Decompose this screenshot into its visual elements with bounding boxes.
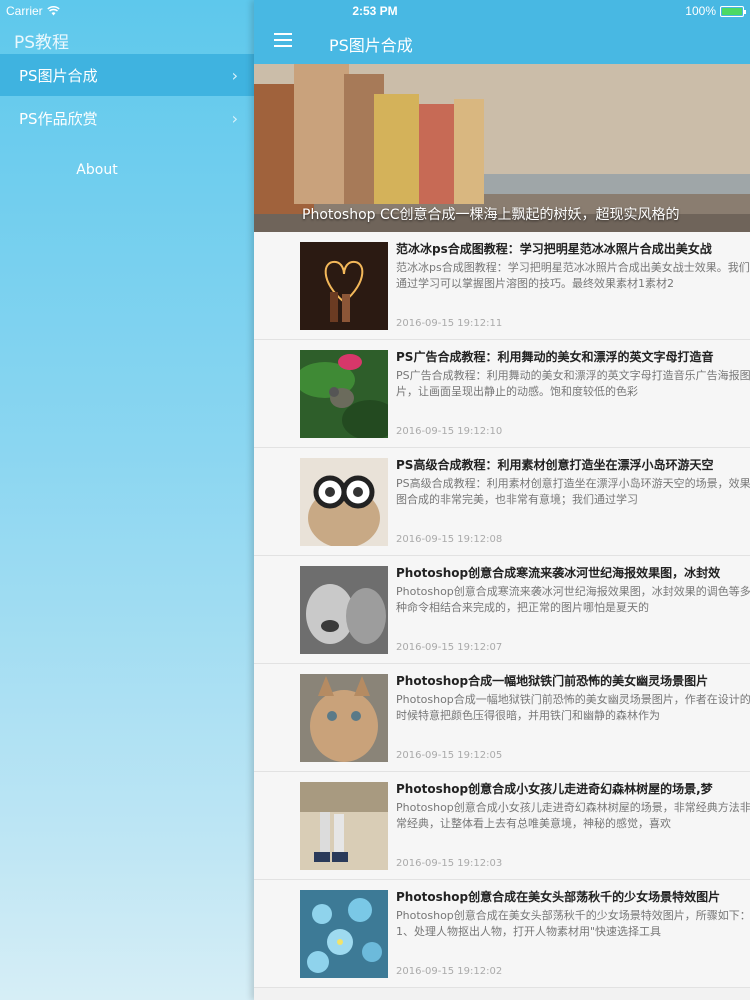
article-title: 范冰冰ps合成图教程：学习把明星范冰冰照片合成出美女战 (396, 242, 712, 256)
sidebar-item-label: PS作品欣赏 (19, 109, 98, 128)
article-title: PS广告合成教程：利用舞动的美女和漂浮的英文字母打造音 (396, 350, 714, 364)
article-description: Photoshop创意合成小女孩儿走进奇幻森林树屋的场景，非常经典方法非常经典，… (396, 801, 750, 830)
sidebar-item-ps-gallery[interactable]: PS作品欣赏 › (0, 97, 254, 139)
list-item[interactable]: 范冰冰ps合成图教程：学习把明星范冰冰照片合成出美女战 范冰冰ps合成图教程：学… (254, 232, 750, 340)
list-item[interactable]: PS广告合成教程：利用舞动的美女和漂浮的英文字母打造音 PS广告合成教程：利用舞… (254, 340, 750, 448)
article-thumbnail (300, 242, 388, 330)
article-title: Photoshop创意合成小女孩儿走进奇幻森林树屋的场景,梦 (396, 782, 713, 796)
article-thumbnail (300, 890, 388, 978)
sidebar: PS教程 PS图片合成 › PS作品欣赏 › About (0, 0, 254, 1000)
article-thumbnail (300, 350, 388, 438)
list-item[interactable]: Photoshop创意合成小女孩儿走进奇幻森林树屋的场景,梦 Photoshop… (254, 772, 750, 880)
article-description: Photoshop创意合成在美女头部荡秋千的少女场景特效图片，所骤如下：1、处理… (396, 909, 750, 938)
sidebar-title: PS教程 (14, 33, 70, 53)
article-date: 2016-09-15 19:12:11 (396, 318, 503, 329)
status-bar: Carrier 2:53 PM 100% (0, 0, 750, 22)
article-date: 2016-09-15 19:12:03 (396, 858, 503, 869)
chevron-right-icon: › (231, 66, 238, 85)
sidebar-item-label: PS图片合成 (19, 66, 98, 85)
featured-banner[interactable]: Photoshop CC创意合成一棵海上飘起的树妖，超现实风格的 (254, 64, 750, 232)
article-description: Photoshop合成一幅地狱铁门前恐怖的美女幽灵场景图片，作者在设计的时候特意… (396, 693, 750, 722)
battery-percent: 100% (685, 4, 716, 18)
article-description: 范冰冰ps合成图教程：学习把明星范冰冰照片合成出美女战士效果。我们通过学习可以掌… (396, 261, 750, 290)
page-title: PS图片合成 (329, 36, 413, 55)
chevron-right-icon: › (231, 109, 238, 128)
list-item[interactable]: Photoshop创意合成寒流来袭冰河世纪海报效果图，冰封效 Photoshop… (254, 556, 750, 664)
main-panel: PS图片合成 Photoshop CC创意合成一棵海上飘起的树妖，超现实风格的 (254, 0, 750, 1000)
article-date: 2016-09-15 19:12:05 (396, 750, 503, 761)
list-item[interactable]: Photoshop合成一幅地狱铁门前恐怖的美女幽灵场景图片 Photoshop合… (254, 664, 750, 772)
article-date: 2016-09-15 19:12:10 (396, 426, 503, 437)
banner-caption: Photoshop CC创意合成一棵海上飘起的树妖，超现实风格的 (302, 207, 680, 223)
article-date: 2016-09-15 19:12:07 (396, 642, 503, 653)
article-date: 2016-09-15 19:12:02 (396, 966, 503, 977)
article-thumbnail (300, 674, 388, 762)
article-description: PS广告合成教程：利用舞动的美女和漂浮的英文字母打造音乐广告海报图片，让画面呈现… (396, 369, 750, 398)
sidebar-item-about[interactable]: About (0, 162, 194, 178)
article-description: PS高级合成教程：利用素材创意打造坐在漂浮小岛环游天空的场景，效果图合成的非常完… (396, 477, 750, 506)
article-thumbnail (300, 458, 388, 546)
battery-icon (720, 5, 746, 17)
article-date: 2016-09-15 19:12:08 (396, 534, 503, 545)
list-item[interactable]: PS高级合成教程：利用素材创意打造坐在漂浮小岛环游天空 PS高级合成教程：利用素… (254, 448, 750, 556)
article-thumbnail (300, 782, 388, 870)
article-description: Photoshop创意合成寒流来袭冰河世纪海报效果图，冰封效果的调色等多种命令相… (396, 585, 750, 614)
article-title: PS高级合成教程：利用素材创意打造坐在漂浮小岛环游天空 (396, 458, 714, 472)
list-item[interactable]: Photoshop创意合成在美女头部荡秋千的少女场景特效图片 Photoshop… (254, 880, 750, 988)
article-thumbnail (300, 566, 388, 654)
battery-indicator: 100% (685, 4, 746, 18)
article-title: Photoshop创意合成寒流来袭冰河世纪海报效果图，冰封效 (396, 566, 721, 580)
article-list: 范冰冰ps合成图教程：学习把明星范冰冰照片合成出美女战 范冰冰ps合成图教程：学… (254, 232, 750, 988)
article-title: Photoshop合成一幅地狱铁门前恐怖的美女幽灵场景图片 (396, 674, 709, 688)
sidebar-item-ps-composite[interactable]: PS图片合成 › (0, 54, 254, 96)
article-title: Photoshop创意合成在美女头部荡秋千的少女场景特效图片 (396, 890, 721, 904)
clock: 2:53 PM (352, 4, 398, 18)
